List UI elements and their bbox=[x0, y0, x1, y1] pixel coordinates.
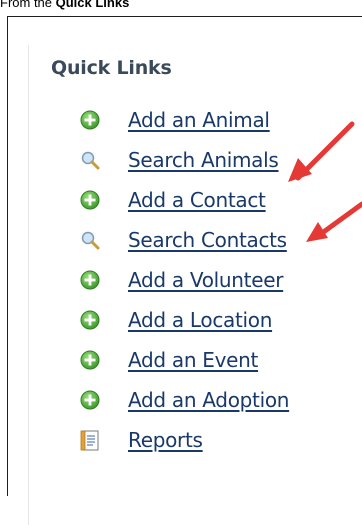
add-icon bbox=[80, 190, 100, 210]
instruction-caption: From the Quick Links bbox=[0, 0, 129, 10]
report-icon bbox=[80, 430, 100, 451]
caption-bold: Quick Links bbox=[55, 0, 130, 10]
arrow-annotation-search-contacts-icon bbox=[306, 201, 362, 242]
quick-links-title: Quick Links bbox=[51, 57, 172, 79]
add-contact-link[interactable]: Add a Contact bbox=[128, 188, 266, 212]
add-animal-link[interactable]: Add an Animal bbox=[128, 108, 270, 132]
quick-link-search-contacts[interactable]: Search Contacts bbox=[80, 220, 289, 260]
arrow-annotation-search-animals-icon bbox=[288, 121, 355, 182]
add-event-link[interactable]: Add an Event bbox=[128, 348, 258, 372]
add-icon bbox=[80, 390, 100, 410]
quick-link-add-contact[interactable]: Add a Contact bbox=[80, 180, 289, 220]
add-icon bbox=[80, 350, 100, 370]
add-volunteer-link[interactable]: Add a Volunteer bbox=[128, 268, 283, 292]
quick-link-add-volunteer[interactable]: Add a Volunteer bbox=[80, 260, 289, 300]
add-adoption-link[interactable]: Add an Adoption bbox=[128, 388, 289, 412]
caption-prefix: From the bbox=[0, 0, 56, 10]
search-icon bbox=[80, 150, 100, 170]
quick-link-add-location[interactable]: Add a Location bbox=[80, 300, 289, 340]
search-animals-link[interactable]: Search Animals bbox=[128, 148, 279, 172]
quick-link-search-animals[interactable]: Search Animals bbox=[80, 140, 289, 180]
add-icon bbox=[80, 310, 100, 330]
add-icon bbox=[80, 270, 100, 290]
add-location-link[interactable]: Add a Location bbox=[128, 308, 272, 332]
quick-links-list: Add an Animal Search Animals Add a Conta… bbox=[80, 100, 289, 460]
quick-link-add-animal[interactable]: Add an Animal bbox=[80, 100, 289, 140]
quick-link-add-event[interactable]: Add an Event bbox=[80, 340, 289, 380]
quick-link-add-adoption[interactable]: Add an Adoption bbox=[80, 380, 289, 420]
search-contacts-link[interactable]: Search Contacts bbox=[128, 228, 287, 252]
quick-link-reports[interactable]: Reports bbox=[80, 420, 289, 460]
add-icon bbox=[80, 110, 100, 130]
search-icon bbox=[80, 230, 100, 250]
reports-link[interactable]: Reports bbox=[128, 428, 203, 452]
